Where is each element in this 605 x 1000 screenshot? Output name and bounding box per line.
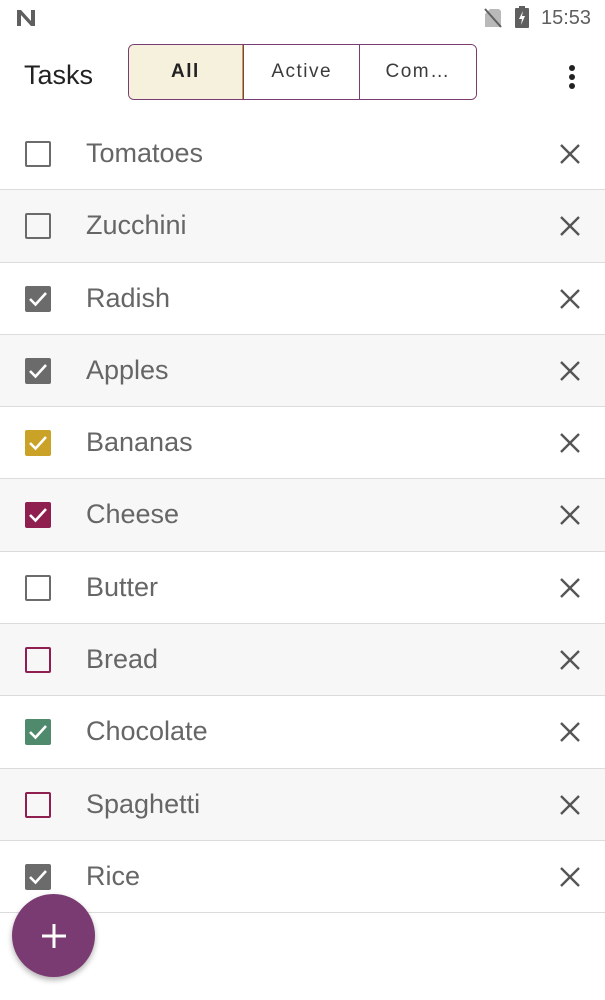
filter-segmented-control: All Active Com… bbox=[128, 44, 477, 100]
no-sim-icon bbox=[484, 8, 502, 28]
task-row[interactable]: Butter bbox=[0, 551, 605, 625]
task-label: Radish bbox=[86, 282, 171, 313]
add-task-button[interactable] bbox=[12, 894, 95, 977]
check-icon bbox=[29, 508, 47, 523]
task-row[interactable]: Radish bbox=[0, 262, 605, 335]
close-icon[interactable] bbox=[556, 718, 584, 746]
task-label: Cheese bbox=[86, 499, 180, 530]
check-icon bbox=[29, 870, 47, 885]
task-row[interactable]: Cheese bbox=[0, 479, 605, 552]
filter-active-button[interactable]: Active bbox=[243, 45, 360, 99]
close-icon[interactable] bbox=[556, 863, 584, 891]
task-label: Zucchini bbox=[86, 210, 187, 241]
task-label: Bananas bbox=[86, 427, 193, 458]
task-row[interactable]: Zucchini bbox=[0, 190, 605, 263]
close-icon[interactable] bbox=[556, 429, 584, 457]
close-icon[interactable] bbox=[556, 140, 584, 168]
toolbar: Tasks All Active Com… bbox=[0, 36, 605, 118]
check-icon bbox=[29, 291, 47, 306]
add-icon bbox=[41, 923, 66, 948]
check-icon bbox=[29, 436, 47, 451]
checkbox-unchecked[interactable] bbox=[25, 213, 51, 240]
check-icon bbox=[29, 725, 47, 740]
task-label: Bread bbox=[86, 644, 159, 675]
task-row[interactable]: Chocolate bbox=[0, 696, 605, 769]
checkbox-unchecked[interactable] bbox=[25, 791, 51, 818]
status-time: 15:53 bbox=[541, 7, 592, 29]
task-label: Apples bbox=[86, 354, 169, 385]
app-logo-icon bbox=[17, 10, 35, 26]
battery-charging-icon bbox=[515, 6, 529, 28]
task-row[interactable]: Spaghetti bbox=[0, 768, 605, 841]
task-row[interactable]: Rice bbox=[0, 840, 605, 914]
more-vert-icon[interactable] bbox=[557, 62, 587, 92]
close-icon[interactable] bbox=[556, 574, 584, 602]
close-icon[interactable] bbox=[556, 212, 584, 240]
checkbox-unchecked[interactable] bbox=[25, 647, 51, 674]
close-icon[interactable] bbox=[556, 646, 584, 674]
page-title: Tasks bbox=[24, 60, 94, 90]
task-row[interactable]: Bread bbox=[0, 624, 605, 697]
checkbox-unchecked[interactable] bbox=[25, 141, 51, 167]
check-icon bbox=[29, 364, 47, 379]
task-label: Chocolate bbox=[86, 716, 208, 747]
checkbox-unchecked[interactable] bbox=[25, 574, 51, 601]
checkbox-checked[interactable] bbox=[25, 863, 51, 890]
close-icon[interactable] bbox=[556, 501, 584, 529]
task-row[interactable]: Apples bbox=[0, 334, 605, 408]
task-label: Tomatoes bbox=[86, 138, 204, 168]
task-row[interactable]: Tomatoes bbox=[0, 118, 605, 191]
close-icon[interactable] bbox=[556, 791, 584, 819]
close-icon[interactable] bbox=[556, 285, 584, 313]
filter-all-button[interactable]: All bbox=[129, 45, 244, 99]
filter-completed-button[interactable]: Com… bbox=[359, 45, 476, 99]
task-row[interactable]: Bananas bbox=[0, 407, 605, 480]
task-list: Tomatoes Zucchini Radish Apples Bananas Chees… bbox=[0, 118, 605, 914]
status-bar: 15:53 bbox=[0, 0, 605, 36]
checkbox-checked[interactable] bbox=[25, 430, 51, 457]
task-label: Spaghetti bbox=[86, 788, 201, 819]
task-label: Butter bbox=[86, 571, 159, 602]
checkbox-checked[interactable] bbox=[25, 502, 51, 529]
task-label: Rice bbox=[86, 860, 141, 891]
checkbox-checked[interactable] bbox=[25, 357, 51, 384]
checkbox-checked[interactable] bbox=[25, 719, 51, 746]
checkbox-checked[interactable] bbox=[25, 285, 51, 312]
close-icon[interactable] bbox=[556, 357, 584, 385]
screen: 15:53 Tasks All Active Com… Tomatoes Zucc… bbox=[0, 0, 605, 1000]
